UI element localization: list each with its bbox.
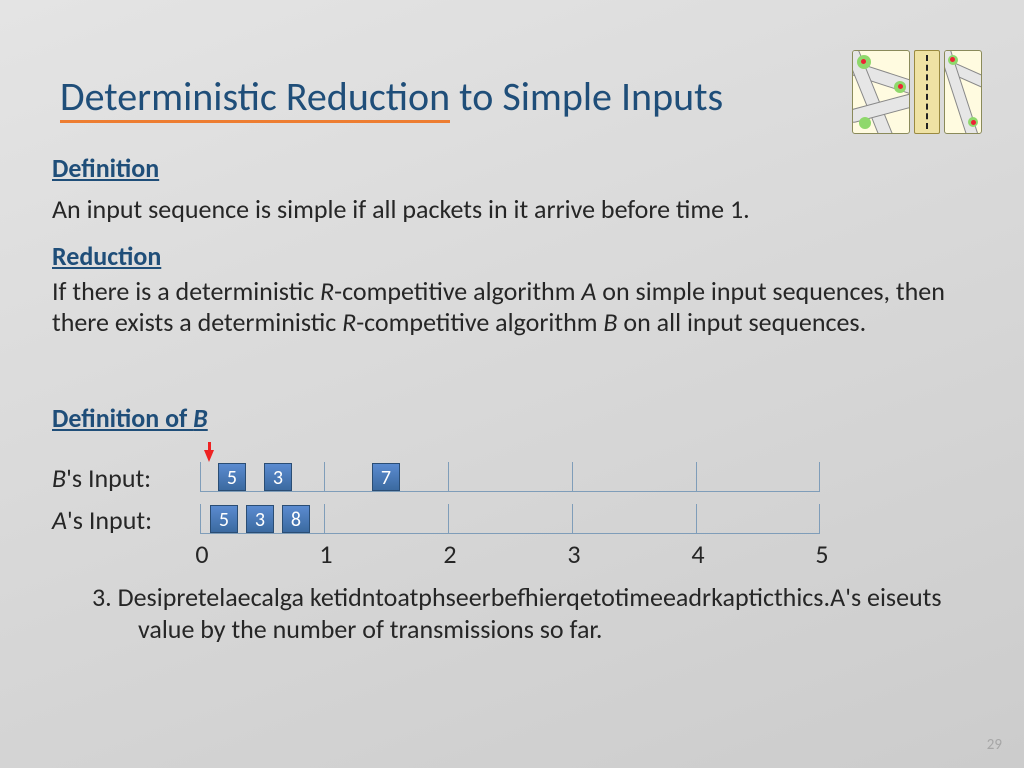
definition-heading: Definition — [52, 152, 159, 184]
axis-tick: 3 — [564, 538, 584, 570]
arrow-marker-stem — [208, 442, 211, 450]
a-timeline: 5 3 8 — [200, 504, 820, 534]
axis-tick: 5 — [812, 538, 832, 570]
a-packet: 8 — [282, 505, 310, 533]
a-packet: 5 — [210, 505, 238, 533]
step-text-line1: 3. Desipretelaecalga ketidntoatphseerbef… — [92, 582, 962, 613]
definition-of-b-heading: Definition of B — [52, 402, 208, 434]
b-packet: 7 — [372, 463, 400, 491]
reduction-heading: Reduction — [52, 240, 161, 272]
b-input-label: B's Input: — [52, 462, 151, 494]
slide-title: Deterministic Reduction to Simple Inputs — [60, 72, 723, 121]
step-text-line2: value by the number of transmissions so … — [138, 614, 958, 645]
axis-tick: 4 — [688, 538, 708, 570]
axis-tick: 2 — [440, 538, 460, 570]
axis-tick: 1 — [316, 538, 336, 570]
definition-text: An input sequence is simple if all packe… — [52, 194, 952, 225]
arrow-marker-icon — [204, 450, 214, 462]
reduction-text: If there is a deterministic R-competitiv… — [52, 276, 962, 338]
axis-tick: 0 — [192, 538, 212, 570]
b-timeline: 5 3 7 — [200, 462, 820, 492]
title-underline — [60, 120, 450, 123]
b-packet: 5 — [218, 463, 246, 491]
a-packet: 3 — [246, 505, 274, 533]
page-number: 29 — [987, 736, 1002, 754]
b-packet: 3 — [264, 463, 292, 491]
title-graphic — [852, 48, 982, 134]
a-input-label: A's Input: — [52, 504, 152, 536]
